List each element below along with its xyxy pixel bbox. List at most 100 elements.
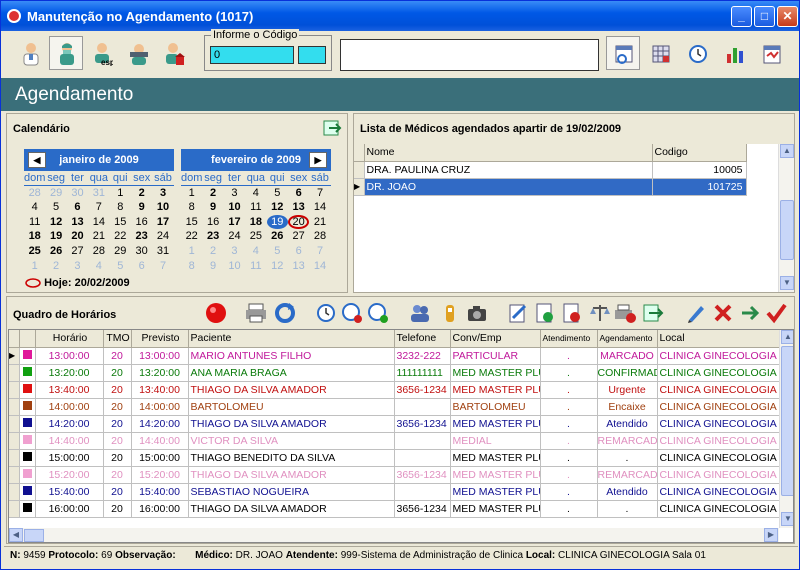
calendar-day[interactable]: 22 bbox=[181, 229, 202, 244]
calendar-day[interactable]: 5 bbox=[45, 200, 66, 215]
edit-form-button[interactable] bbox=[507, 302, 529, 324]
schedule-col-previsto[interactable]: Previsto bbox=[131, 330, 189, 348]
calendar-day[interactable]: 7 bbox=[88, 200, 109, 215]
schedule-row[interactable]: 15:20:00 20 15:20:00 THIAGO DA SILVA AMADOR… bbox=[9, 466, 780, 484]
calendar-day[interactable]: 1 bbox=[181, 244, 202, 259]
description-field[interactable] bbox=[340, 39, 599, 71]
schedule-scroll-left-icon[interactable]: ◀ bbox=[9, 528, 23, 542]
calendar-day[interactable]: 7 bbox=[152, 259, 173, 274]
schedule-row[interactable]: 15:00:00 20 15:00:00 THIAGO BENEDITO DA SIL… bbox=[9, 449, 780, 467]
schedule-col-tmo[interactable]: TMO bbox=[103, 330, 132, 348]
schedule-col-conv-emp[interactable]: Conv/Emp bbox=[450, 330, 541, 348]
schedule-col-telefone[interactable]: Telefone bbox=[394, 330, 451, 348]
calendar-day[interactable]: 2 bbox=[45, 259, 66, 274]
schedule-hscrollbar[interactable]: ◀ ▶ bbox=[9, 528, 779, 542]
calendar-day[interactable]: 19 bbox=[266, 214, 288, 230]
clock-button[interactable] bbox=[680, 36, 714, 70]
print-add-button[interactable] bbox=[614, 302, 636, 324]
calendar-day[interactable]: 13 bbox=[288, 259, 309, 274]
calendar-day[interactable]: 2 bbox=[131, 186, 152, 201]
today-indicator[interactable]: Hoje: 20/02/2009 bbox=[25, 277, 130, 289]
calendar-day[interactable]: 31 bbox=[88, 186, 109, 201]
calendar-day[interactable]: 7 bbox=[309, 186, 330, 201]
calendar-day[interactable]: 20 bbox=[67, 229, 88, 244]
calendar-day[interactable]: 11 bbox=[245, 200, 266, 215]
convenio-button[interactable] bbox=[121, 36, 155, 70]
surgeon-button[interactable] bbox=[49, 36, 83, 70]
calendar-day[interactable]: 26 bbox=[45, 244, 66, 259]
schedule-col-agendamento[interactable]: Agendamento bbox=[597, 330, 658, 348]
calendar-february[interactable]: ▶ fevereiro de 2009 dom seg ter qua qui sex sáb 1… bbox=[181, 149, 331, 273]
calendar-day[interactable]: 10 bbox=[224, 200, 245, 215]
calendar-day[interactable]: 8 bbox=[181, 259, 202, 274]
calendar-day[interactable]: 18 bbox=[24, 229, 45, 244]
calendar-day[interactable]: 4 bbox=[245, 244, 266, 259]
calendar-day[interactable]: 29 bbox=[110, 244, 131, 259]
calendar-day[interactable]: 15 bbox=[110, 215, 131, 230]
clock-remove-button[interactable] bbox=[341, 302, 363, 324]
calendar-day[interactable]: 10 bbox=[152, 200, 173, 215]
scroll-thumb[interactable] bbox=[780, 200, 794, 260]
doctors-scrollbar[interactable]: ▲ ▼ bbox=[778, 144, 794, 292]
calendar-day[interactable]: 3 bbox=[67, 259, 88, 274]
schedule-row[interactable]: 15:40:00 20 15:40:00 SEBASTIAO NOGUEIRA MED … bbox=[9, 483, 780, 501]
doc-refresh-button[interactable] bbox=[534, 302, 556, 324]
calendar-day[interactable]: 4 bbox=[24, 200, 45, 215]
confirm-button[interactable] bbox=[765, 302, 787, 324]
calendar-day[interactable]: 6 bbox=[288, 186, 309, 201]
calendar-january[interactable]: ◀ janeiro de 2009 dom seg ter qua qui sex sáb 28 2… bbox=[24, 149, 174, 273]
calendar-day[interactable]: 12 bbox=[267, 259, 288, 274]
calendar-day[interactable]: 15 bbox=[181, 215, 202, 230]
doctor-row[interactable]: DRA. PAULINA CRUZ 10005 bbox=[354, 161, 747, 179]
calendar-day[interactable]: 1 bbox=[110, 186, 131, 201]
calendar-day[interactable]: 17 bbox=[152, 215, 173, 230]
calendar-day[interactable]: 14 bbox=[309, 259, 330, 274]
calendar-day[interactable]: 14 bbox=[88, 215, 109, 230]
schedule-col-corner[interactable] bbox=[9, 330, 20, 348]
minimize-button[interactable]: _ bbox=[731, 6, 752, 27]
doctor-row[interactable]: ▶ DR. JOAO 101725 bbox=[354, 178, 747, 196]
schedule-row[interactable]: ▶ 13:00:00 20 13:00:00 MARIO ANTUNES FILHO 32… bbox=[9, 347, 780, 365]
calendar-day[interactable]: 24 bbox=[224, 229, 245, 244]
clock-add-button[interactable] bbox=[367, 302, 389, 324]
schedule-row[interactable]: 14:20:00 20 14:20:00 THIAGO DA SILVA AMADOR… bbox=[9, 415, 780, 433]
schedule-scroll-down-icon[interactable]: ▼ bbox=[781, 512, 793, 526]
schedule-col-local[interactable]: Local bbox=[657, 330, 780, 348]
calendar-day[interactable]: 3 bbox=[152, 186, 173, 201]
calendar-day[interactable]: 17 bbox=[224, 215, 245, 230]
search-calendar-button[interactable] bbox=[606, 36, 640, 70]
calendar-day[interactable]: 4 bbox=[88, 259, 109, 274]
calendar-day[interactable]: 13 bbox=[67, 215, 88, 230]
calendar-day[interactable]: 30 bbox=[131, 244, 152, 259]
home-doctor-button[interactable] bbox=[157, 36, 191, 70]
calendar-day[interactable]: 5 bbox=[110, 259, 131, 274]
record-button[interactable] bbox=[205, 302, 227, 324]
schedule-scroll-thumb[interactable] bbox=[781, 346, 793, 496]
calendar-day[interactable]: 25 bbox=[24, 244, 45, 259]
calendar-day[interactable]: 27 bbox=[67, 244, 88, 259]
edit-button[interactable] bbox=[685, 302, 707, 324]
calendar-day[interactable]: 5 bbox=[267, 186, 288, 201]
code-input[interactable]: 0 bbox=[210, 46, 294, 64]
calendar-day[interactable]: 23 bbox=[131, 229, 152, 244]
doctor-button[interactable] bbox=[13, 36, 47, 70]
schedule-row[interactable]: 14:40:00 20 14:40:00 VICTOR DA SILVA MEDIAL.… bbox=[9, 432, 780, 450]
calendar-day[interactable]: 2 bbox=[202, 244, 223, 259]
calendar-day[interactable]: 9 bbox=[202, 259, 223, 274]
print-button[interactable] bbox=[245, 302, 267, 324]
calendar-day[interactable]: 18 bbox=[245, 215, 266, 230]
users-button[interactable] bbox=[409, 302, 431, 324]
calendar-day[interactable]: 28 bbox=[309, 229, 330, 244]
calendar-day[interactable]: 12 bbox=[267, 200, 288, 215]
export-arrow-icon[interactable] bbox=[323, 119, 343, 137]
calendar-day[interactable]: 31 bbox=[152, 244, 173, 259]
schedule-col-atendimento[interactable]: Atendimento bbox=[540, 330, 598, 348]
calendar-day[interactable]: 2 bbox=[202, 186, 223, 201]
schedule-row[interactable]: 13:40:00 20 13:40:00 THIAGO DA SILVA AMADOR… bbox=[9, 381, 780, 399]
calendar-day[interactable]: 27 bbox=[288, 229, 309, 244]
calendar-day[interactable]: 19 bbox=[45, 229, 66, 244]
calendar-day[interactable]: 8 bbox=[181, 200, 202, 215]
calendar-day[interactable]: 1 bbox=[181, 186, 202, 201]
calendar-day[interactable]: 23 bbox=[202, 229, 223, 244]
calendar-day[interactable]: 1 bbox=[24, 259, 45, 274]
